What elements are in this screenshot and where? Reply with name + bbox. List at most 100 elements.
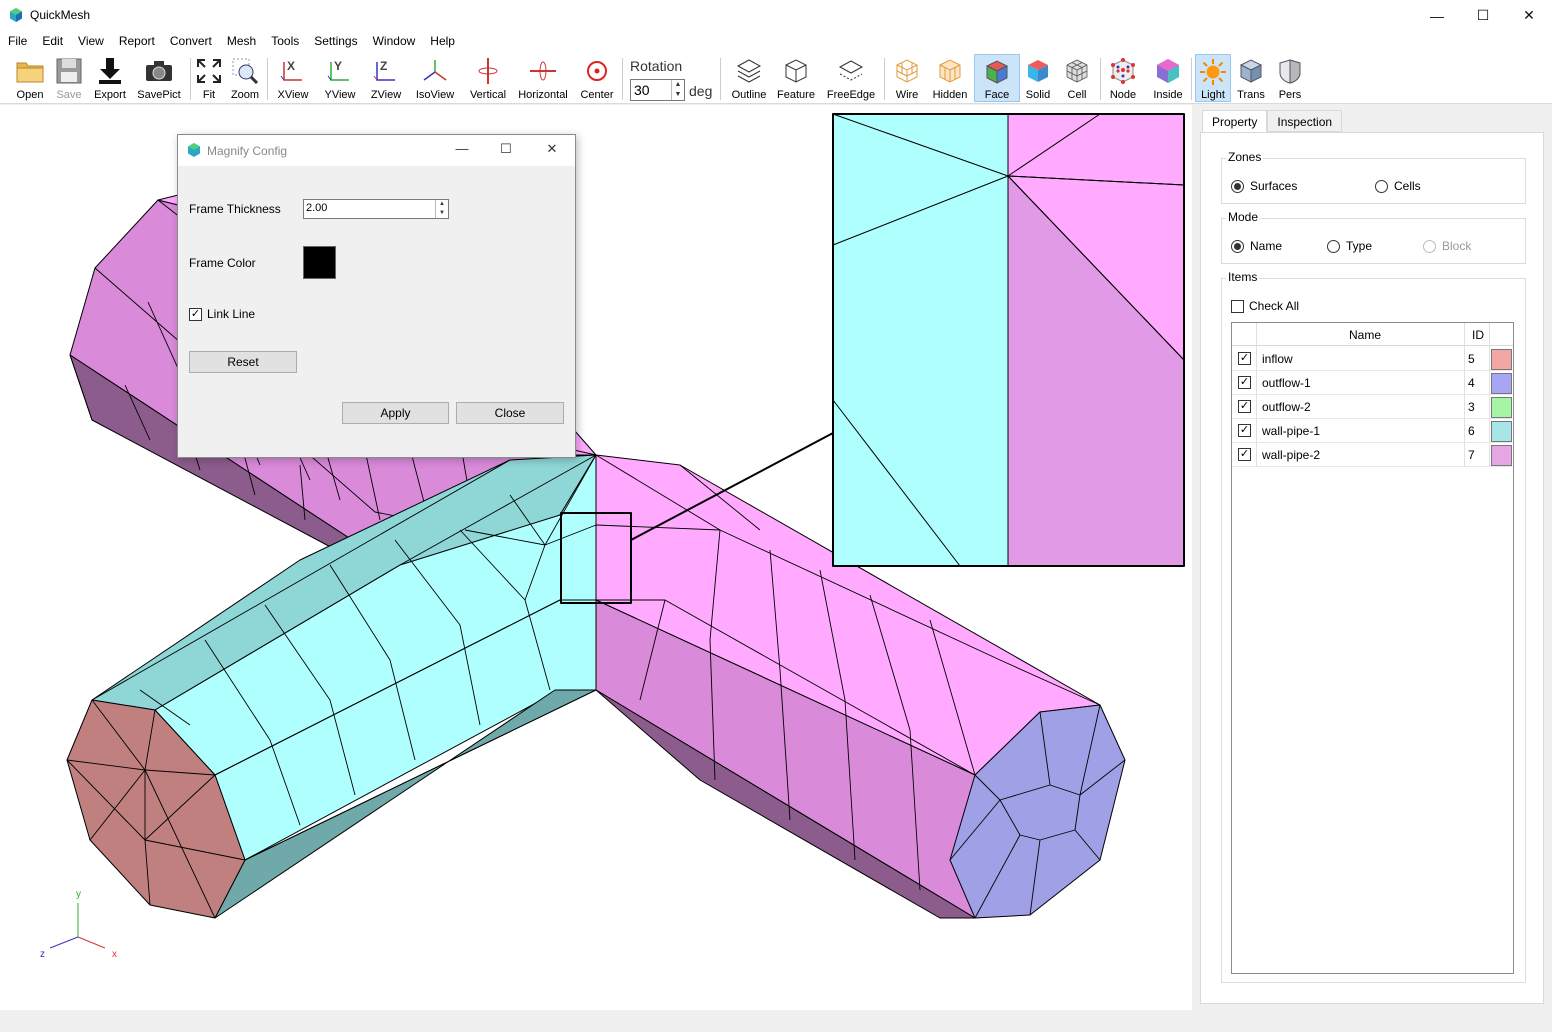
property-tab-body: Zones Surfaces Cells Mode Name Type Bloc…	[1200, 132, 1544, 1004]
frame-thickness-label: Frame Thickness	[189, 202, 281, 216]
app-logo-icon	[188, 143, 200, 157]
radio-selected-icon[interactable]	[1231, 179, 1244, 193]
close-button[interactable]: Close	[456, 402, 564, 424]
checkmark-icon[interactable]: ✓	[1238, 424, 1251, 437]
item-name: wall-pipe-2	[1262, 448, 1321, 462]
menu-convert[interactable]: Convert	[162, 31, 219, 52]
feature-button[interactable]: Feature	[776, 54, 816, 102]
table-row[interactable]: ✓ outflow-1 4	[1232, 371, 1513, 395]
horizontal-button[interactable]: Horizontal	[517, 54, 569, 102]
cells-radio[interactable]: Cells	[1375, 179, 1421, 193]
menu-file[interactable]: File	[0, 31, 34, 52]
freeedge-button[interactable]: FreeEdge	[825, 54, 877, 102]
property-panel: Property Inspection Zones Surfaces Cells…	[1198, 105, 1552, 1010]
fit-button[interactable]: Fit	[195, 54, 223, 102]
save-button[interactable]: Save	[52, 54, 86, 102]
vertical-rotate-icon	[473, 56, 503, 86]
center-button[interactable]: Center	[578, 54, 616, 102]
node-button[interactable]: Node	[1106, 54, 1140, 102]
vertical-button[interactable]: Vertical	[466, 54, 510, 102]
name-radio[interactable]: Name	[1231, 239, 1282, 253]
column-header-name[interactable]: Name	[1349, 328, 1381, 342]
open-button[interactable]: Open	[12, 54, 48, 102]
spin-arrows-icon[interactable]: ▲ ▼	[435, 200, 448, 218]
solid-button[interactable]: Solid	[1022, 54, 1054, 102]
outline-layers-icon	[734, 56, 764, 86]
surfaces-radio[interactable]: Surfaces	[1231, 179, 1297, 193]
checkmark-icon[interactable]: ✓	[1238, 376, 1251, 389]
link-line-checkbox[interactable]: ✓ Link Line	[189, 307, 255, 321]
yview-button[interactable]: Y YView	[321, 54, 359, 102]
menu-report[interactable]: Report	[111, 31, 162, 52]
axis-y-label: y	[76, 889, 81, 900]
dialog-close-icon[interactable]: ✕	[542, 141, 562, 157]
pers-button[interactable]: Pers	[1274, 54, 1306, 102]
toolbar-separator	[622, 58, 623, 100]
magnified-inset[interactable]	[832, 113, 1185, 567]
item-color-swatch[interactable]	[1491, 421, 1512, 442]
check-all-checkbox[interactable]: Check All	[1231, 299, 1299, 313]
item-color-swatch[interactable]	[1491, 373, 1512, 394]
items-group: Items Check All Name ID ✓ inflow 5 ✓ outflow…	[1221, 270, 1526, 983]
menu-view[interactable]: View	[70, 31, 111, 52]
menu-window[interactable]: Window	[365, 31, 423, 52]
hidden-button[interactable]: Hidden	[930, 54, 970, 102]
zones-title: Zones	[1226, 150, 1264, 164]
item-name: outflow-2	[1262, 400, 1311, 414]
solid-cube-icon	[1023, 56, 1053, 86]
minimize-button[interactable]: —	[1414, 0, 1460, 31]
menu-settings[interactable]: Settings	[306, 31, 364, 52]
zoom-button[interactable]: Zoom	[229, 54, 261, 102]
checkmark-icon[interactable]: ✓	[1238, 352, 1251, 365]
item-color-swatch[interactable]	[1491, 349, 1512, 370]
checkmark-icon[interactable]: ✓	[1238, 400, 1251, 413]
radio-icon[interactable]	[1375, 179, 1388, 193]
light-button[interactable]: Light	[1195, 54, 1231, 102]
reset-button[interactable]: Reset	[189, 351, 297, 373]
checkmark-icon[interactable]: ✓	[1238, 448, 1251, 461]
outline-button[interactable]: Outline	[729, 54, 769, 102]
link-line-label: Link Line	[207, 307, 256, 321]
type-radio[interactable]: Type	[1327, 239, 1372, 253]
trans-button[interactable]: Trans	[1234, 54, 1268, 102]
savepict-button[interactable]: SavePict	[136, 54, 182, 102]
table-row[interactable]: ✓ wall-pipe-1 6	[1232, 419, 1513, 443]
spin-arrows-icon[interactable]: ▲ ▼	[671, 80, 684, 100]
dialog-title-bar[interactable]: Magnify Config — ☐ ✕	[178, 135, 575, 166]
axes-triad	[49, 903, 106, 949]
table-row[interactable]: ✓ inflow 5	[1232, 347, 1513, 371]
isoview-button[interactable]: IsoView	[413, 54, 457, 102]
radio-icon[interactable]	[1327, 239, 1340, 253]
item-color-swatch[interactable]	[1491, 445, 1512, 466]
table-row[interactable]: ✓ outflow-2 3	[1232, 395, 1513, 419]
frame-thickness-spinbox[interactable]: 2.00 ▲ ▼	[303, 199, 449, 219]
apply-button[interactable]: Apply	[342, 402, 449, 424]
table-header: Name ID	[1232, 323, 1513, 346]
rotation-spinbox[interactable]: 30 ▲ ▼	[630, 79, 685, 101]
frame-color-label: Frame Color	[189, 256, 256, 270]
menu-tools[interactable]: Tools	[263, 31, 306, 52]
zview-button[interactable]: Z ZView	[367, 54, 405, 102]
cell-button[interactable]: Cell	[1061, 54, 1093, 102]
column-header-id[interactable]: ID	[1472, 328, 1484, 342]
menu-mesh[interactable]: Mesh	[219, 31, 263, 52]
checkbox-icon[interactable]	[1231, 299, 1244, 313]
xview-button[interactable]: X XView	[275, 54, 311, 102]
wire-button[interactable]: Wire	[890, 54, 924, 102]
tab-property[interactable]: Property	[1202, 110, 1268, 133]
table-row[interactable]: ✓ wall-pipe-2 7	[1232, 443, 1513, 467]
menu-help[interactable]: Help	[422, 31, 462, 52]
close-window-button[interactable]: ✕	[1506, 0, 1552, 31]
inside-button[interactable]: Inside	[1150, 54, 1186, 102]
checkmark-icon[interactable]: ✓	[189, 307, 202, 321]
maximize-button[interactable]: ☐	[1460, 0, 1506, 31]
frame-color-swatch[interactable]	[303, 246, 336, 279]
dialog-minimize-button[interactable]: —	[452, 141, 472, 156]
face-button[interactable]: Face	[974, 54, 1020, 102]
tab-inspection[interactable]: Inspection	[1267, 110, 1343, 132]
item-color-swatch[interactable]	[1491, 397, 1512, 418]
export-button[interactable]: Export	[91, 54, 129, 102]
menu-edit[interactable]: Edit	[34, 31, 70, 52]
radio-selected-icon[interactable]	[1231, 239, 1244, 253]
dialog-maximize-button[interactable]: ☐	[496, 141, 516, 157]
